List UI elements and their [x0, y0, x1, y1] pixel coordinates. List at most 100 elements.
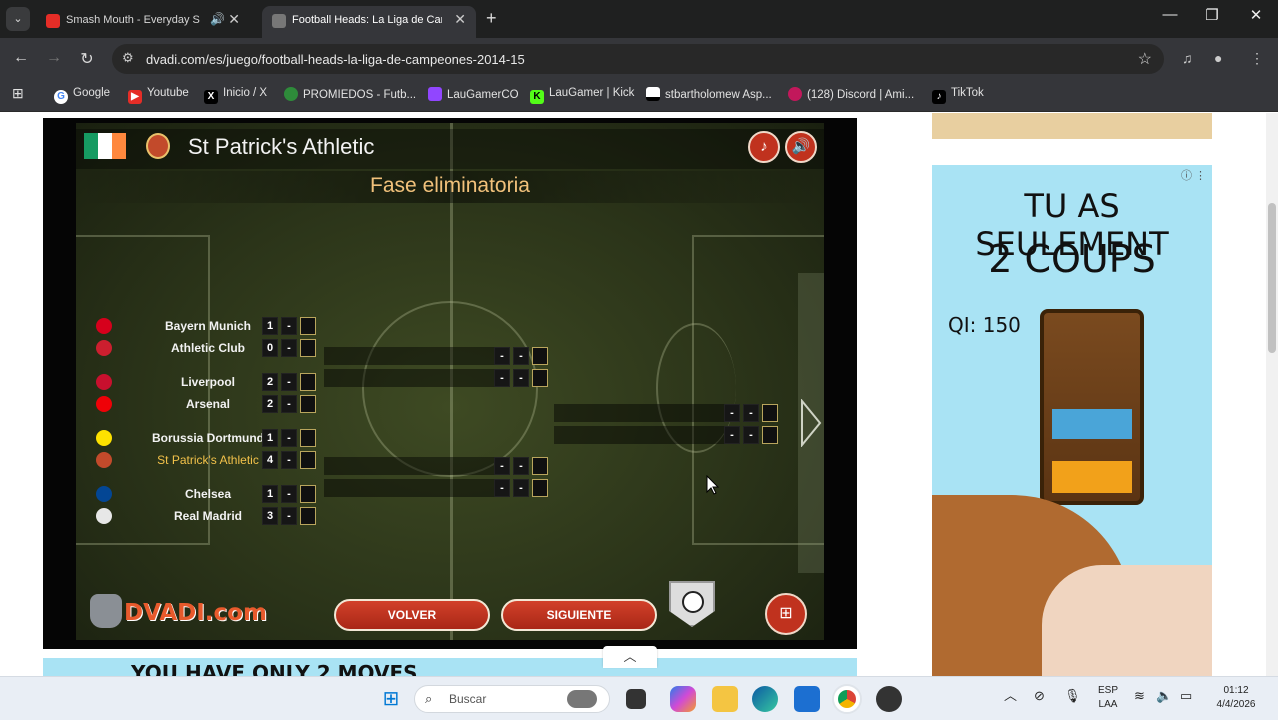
- maximize-button[interactable]: ❐: [1192, 6, 1232, 24]
- close-tab-icon[interactable]: ✕: [228, 11, 240, 28]
- bookmark-stbartholomew[interactable]: stbartholomew Asp...: [646, 87, 772, 105]
- bookmark-label: PROMIEDOS - Futb...: [303, 89, 417, 101]
- game-frame[interactable]: St Patrick's Athletic ♪ 🔊 Fase eliminato…: [43, 118, 857, 649]
- copilot-icon[interactable]: [670, 686, 696, 712]
- score-separator: -: [281, 339, 297, 357]
- dvadi-logo-text: DVADI.com: [124, 600, 267, 626]
- youtube-icon: [46, 14, 60, 28]
- next-button[interactable]: SIGUIENTE: [501, 599, 657, 631]
- score-box: 4: [262, 451, 278, 469]
- music-mute-button[interactable]: ♪: [748, 131, 780, 163]
- language-code: ESP: [1097, 685, 1118, 696]
- bookmark-promiedos[interactable]: PROMIEDOS - Futb...: [284, 87, 416, 105]
- liverpool-logo-icon: [96, 374, 112, 390]
- side-ad[interactable]: ⓘ ⋮ TU AS SEULEMENT 2 COUPS QI: 150: [932, 165, 1212, 677]
- volume-icon[interactable]: 🔈: [1156, 689, 1172, 703]
- task-view-icon[interactable]: [626, 689, 646, 709]
- score-separator: -: [281, 451, 297, 469]
- tray-overflow-icon[interactable]: ︿: [1004, 689, 1017, 703]
- microphone-icon[interactable]: 🎙: [1064, 689, 1081, 703]
- bookmark-youtube[interactable]: ▶ Youtube: [128, 87, 189, 105]
- forward-arrow-icon[interactable]: →: [43, 49, 65, 67]
- close-window-button[interactable]: ✕: [1236, 6, 1276, 24]
- apps-grid-icon[interactable]: ⊞: [12, 85, 24, 103]
- reload-icon[interactable]: ↻: [76, 49, 98, 69]
- search-placeholder: Buscar: [449, 692, 487, 706]
- score-separator: -: [281, 485, 297, 503]
- bookmark-twitch[interactable]: LauGamerCO: [428, 87, 519, 105]
- battery-icon[interactable]: ▭: [1180, 689, 1192, 703]
- bookmark-x[interactable]: X Inicio / X: [204, 87, 267, 105]
- profile-avatar-icon[interactable]: ●: [1214, 50, 1222, 66]
- bookmark-label: Inicio / X: [223, 87, 268, 99]
- penalty-box: [532, 347, 548, 365]
- score-box: 1: [262, 429, 278, 447]
- ireland-flag-icon: [84, 133, 126, 159]
- back-button[interactable]: VOLVER: [334, 599, 490, 631]
- real-madrid-logo-icon: [96, 508, 112, 524]
- clock[interactable]: 01:12 4/4/2026: [1206, 684, 1266, 712]
- page-content: St Patrick's Athletic ♪ 🔊 Fase eliminato…: [0, 113, 1278, 677]
- score-box: -: [494, 369, 510, 387]
- file-explorer-icon[interactable]: [712, 686, 738, 712]
- chevron-right-icon: [801, 399, 822, 447]
- collapse-ad-button[interactable]: ︿: [603, 646, 657, 668]
- taskbar-search[interactable]: ⌕ Buscar: [414, 685, 610, 713]
- windows-start-icon[interactable]: ⊞: [378, 686, 404, 712]
- scrollbar-thumb[interactable]: [1268, 203, 1276, 353]
- next-panel-arrow[interactable]: [798, 273, 824, 573]
- tab-search-button[interactable]: ⌄: [6, 7, 30, 31]
- menu-kebab-icon[interactable]: ⋮: [1250, 50, 1264, 67]
- language-indicator[interactable]: ESP LAA: [1094, 684, 1122, 712]
- media-controls-icon[interactable]: ♫: [1182, 50, 1193, 66]
- ad-qi-label: QI: 150: [948, 313, 1021, 337]
- bracket-view-button[interactable]: ⊞: [765, 593, 807, 635]
- bookmark-google[interactable]: G Google: [54, 87, 110, 105]
- tab-smash-mouth[interactable]: Smash Mouth - Everyday S 🔊 ✕: [36, 6, 250, 38]
- twitch-icon: [428, 87, 442, 101]
- windows-taskbar: ⊞ ⌕ Buscar ︿ ⊘ 🎙 ESP LAA ≋ 🔈 ▭ 01:12 4/4…: [0, 676, 1278, 720]
- browser-toolbar: ← → ↻ ⚙ dvadi.com/es/juego/football-head…: [0, 38, 1278, 80]
- bookmark-tiktok[interactable]: ♪ TikTok: [932, 87, 984, 105]
- score-separator: -: [513, 347, 529, 365]
- page-scrollbar[interactable]: [1266, 113, 1278, 677]
- youtube-icon: ▶: [128, 90, 142, 104]
- speaker-icon[interactable]: 🔊: [210, 12, 225, 26]
- penalty-box: [532, 457, 548, 475]
- penalty-box: [300, 451, 316, 469]
- sound-toggle-button[interactable]: 🔊: [785, 131, 817, 163]
- minimize-button[interactable]: —: [1150, 6, 1190, 23]
- st-patricks-athletic-logo-icon: [96, 452, 112, 468]
- new-tab-button[interactable]: +: [486, 8, 497, 29]
- site-info-icon[interactable]: ⚙: [122, 50, 134, 66]
- semifinal-slot: [324, 457, 494, 475]
- edge-icon[interactable]: [752, 686, 778, 712]
- soccer-ball-shield-icon[interactable]: [669, 581, 715, 627]
- bookmark-star-icon[interactable]: ☆: [1138, 49, 1152, 69]
- clock-date: 4/4/2026: [1216, 699, 1256, 710]
- semifinal-slot: [324, 479, 494, 497]
- close-tab-icon[interactable]: ✕: [454, 11, 466, 28]
- promiedos-icon: [284, 87, 298, 101]
- penalty-box: [300, 339, 316, 357]
- bottom-banner-ad[interactable]: YOU HAVE ONLY 2 MOVES: [43, 658, 857, 677]
- penalty-box: [532, 369, 548, 387]
- tab-football-heads[interactable]: Football Heads: La Liga de Cam ✕: [262, 6, 476, 38]
- ad-choices-icon[interactable]: ⓘ ⋮: [1181, 167, 1206, 183]
- address-bar[interactable]: ⚙ dvadi.com/es/juego/football-heads-la-l…: [112, 44, 1164, 74]
- dvadi-logo[interactable]: DVADI.com: [90, 594, 267, 628]
- url-text[interactable]: dvadi.com/es/juego/football-heads-la-lig…: [146, 52, 525, 67]
- final-slot: [554, 426, 724, 444]
- score-separator: -: [513, 457, 529, 475]
- wifi-icon[interactable]: ≋: [1134, 689, 1145, 703]
- top-banner-ad[interactable]: [932, 113, 1212, 139]
- score-box: -: [724, 404, 740, 422]
- bookmark-discord[interactable]: (128) Discord | Ami...: [788, 87, 914, 105]
- score-box: 2: [262, 395, 278, 413]
- chrome-icon[interactable]: [834, 686, 860, 712]
- microsoft-store-icon[interactable]: [794, 686, 820, 712]
- obs-recorder-icon[interactable]: [876, 686, 902, 712]
- bookmark-kick[interactable]: K LauGamer | Kick: [530, 87, 634, 105]
- network-off-icon[interactable]: ⊘: [1034, 689, 1045, 703]
- back-arrow-icon[interactable]: ←: [10, 49, 32, 67]
